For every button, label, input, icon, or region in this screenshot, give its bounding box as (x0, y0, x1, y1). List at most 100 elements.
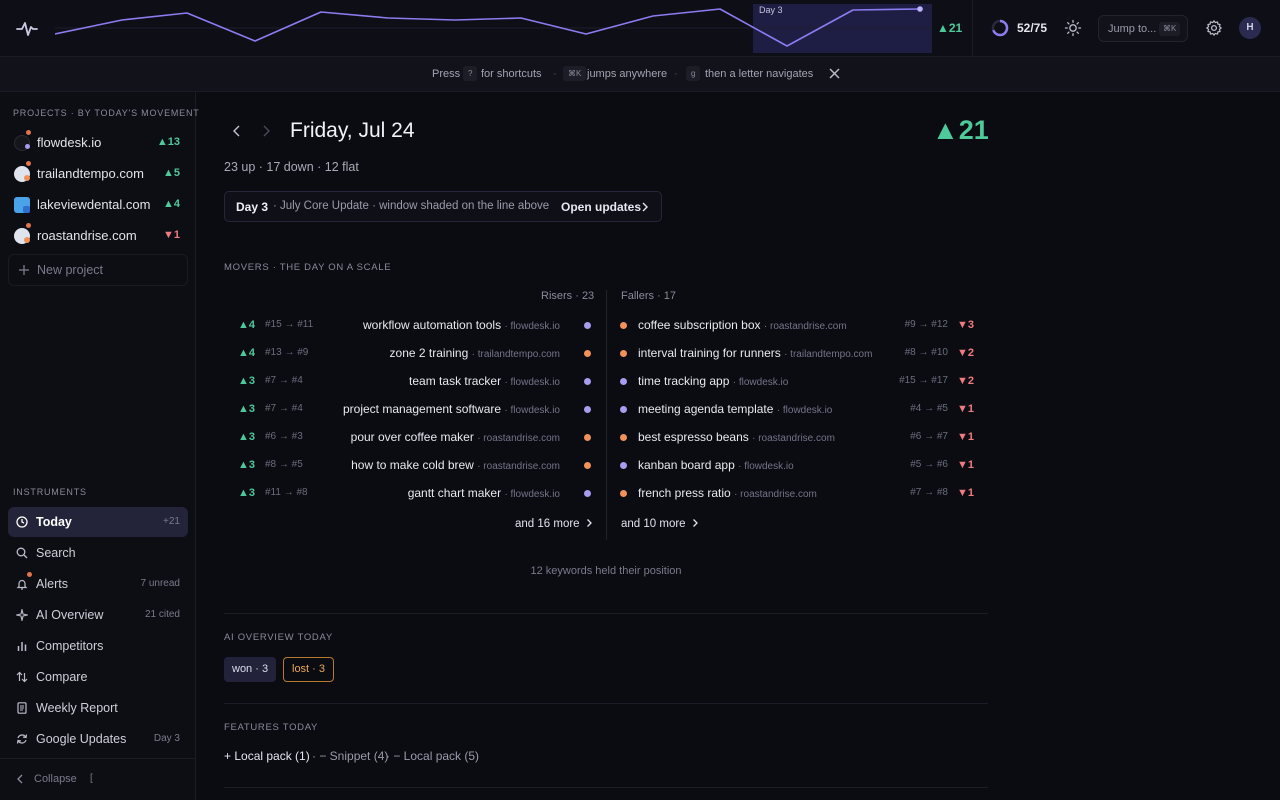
swap-arrows-icon (16, 671, 28, 683)
close-icon[interactable] (829, 68, 840, 79)
jump-to-label: Jump to... (1108, 23, 1157, 35)
chevron-right-icon (642, 202, 648, 212)
gear-icon[interactable] (1205, 19, 1223, 37)
project-color-dot (584, 490, 591, 497)
faller-row[interactable]: ▼1 #6 → #7 best espresso beans · roastandr… (616, 428, 988, 448)
rank-delta: ▼1 (956, 487, 974, 499)
project-color-dot (24, 237, 30, 243)
collapse-label: Collapse (34, 773, 77, 785)
project-color-dot (584, 406, 591, 413)
tip-separator: · (553, 68, 557, 80)
movement-sparkline[interactable] (55, 0, 932, 57)
theme-toggle-sun-icon[interactable] (1064, 19, 1082, 37)
new-project-button[interactable]: New project (8, 254, 188, 286)
faller-row[interactable]: ▼1 #5 → #6 kanban board app · flowdesk.io (616, 456, 988, 476)
project-color-dot (620, 434, 627, 441)
sidebar-item-alerts[interactable]: Alerts 7 unread (8, 569, 188, 599)
sidebar-item-today[interactable]: Today +21 (8, 507, 188, 537)
keyword-domain: · flowdesk.io (504, 321, 560, 332)
avatar[interactable]: H (1239, 17, 1261, 39)
project-name: trailandtempo.com (37, 166, 144, 181)
ai-lost-badge[interactable]: lost · 3 (283, 657, 335, 682)
sidebar-item-compare[interactable]: Compare (8, 662, 188, 692)
sidebar-item-meta: 7 unread (140, 578, 180, 589)
update-description: · July Core Update · window shaded on th… (273, 200, 550, 212)
project-color-dot (584, 462, 591, 469)
project-item-roastandrise[interactable]: roastandrise.com ▼1 (8, 222, 188, 250)
riser-row[interactable]: ▲3 #8 → #5 how to make cold brew · roastan… (224, 456, 596, 476)
keyword-text: workflow automation tools (363, 318, 502, 332)
keyword: kanban board app · flowdesk.io (638, 458, 794, 472)
keyword-text: interval training for runners (638, 346, 781, 360)
faller-row[interactable]: ▼1 #7 → #8 french press ratio · roastandri… (616, 484, 988, 504)
jump-to-button[interactable]: Jump to... ⌘K (1098, 15, 1188, 42)
riser-row[interactable]: ▲4 #13 → #9 zone 2 training · trailandtemp… (224, 344, 596, 364)
project-name: flowdesk.io (37, 135, 102, 150)
collapse-sidebar-button[interactable]: Collapse [ (0, 758, 196, 800)
fallers-more-link[interactable]: and 10 more (621, 518, 699, 530)
ai-overview-section-label: AI OVERVIEW TODAY (224, 632, 333, 643)
keyword: how to make cold brew · roastandrise.com (351, 458, 560, 472)
sidebar-item-weekly-report[interactable]: Weekly Report (8, 693, 188, 723)
keyword: best espresso beans · roastandrise.com (638, 430, 835, 444)
divider (224, 613, 988, 614)
sparkle-icon (16, 609, 28, 621)
fallers-more-label: and 10 more (621, 518, 686, 530)
bar-chart-icon (17, 642, 27, 651)
sidebar-item-search[interactable]: Search (8, 538, 188, 568)
keyword-domain: · trailandtempo.com (471, 349, 560, 360)
shortcut-tips-bar: Press ? for shortcuts · ⌘K jumps anywher… (0, 57, 1280, 92)
collapse-shortcut-key: [ (90, 773, 93, 784)
keyword: workflow automation tools · flowdesk.io (363, 318, 560, 332)
refresh-icon (16, 734, 28, 744)
quota-counter[interactable]: 52/75 (1017, 21, 1047, 35)
keyword-text: project management software (342, 402, 502, 416)
keyword-text: pour over coffee maker (350, 430, 474, 444)
faller-row[interactable]: ▼2 #15 → #17 time tracking app · flowdesk.… (616, 372, 988, 392)
keyword-domain: · flowdesk.io (738, 461, 794, 472)
project-item-lakeviewdental[interactable]: lakeviewdental.com ▲4 (8, 191, 188, 219)
riser-row[interactable]: ▲3 #6 → #3 pour over coffee maker · roasta… (224, 428, 596, 448)
faller-row[interactable]: ▼3 #9 → #12 coffee subscription box · roas… (616, 316, 988, 336)
fallers-header: Fallers · 17 (621, 290, 677, 302)
risers-more-link[interactable]: and 16 more (515, 518, 593, 530)
riser-row[interactable]: ▲3 #7 → #4 team task tracker · flowdesk.io (224, 372, 596, 392)
sparkline-delta: ▲21 (937, 21, 963, 35)
project-color-dot (24, 175, 30, 181)
unread-dot (26, 223, 31, 228)
project-color-dot (620, 378, 627, 385)
keyword-text: how to make cold brew (351, 458, 474, 472)
project-item-flowdesk[interactable]: flowdesk.io ▲13 (8, 129, 188, 157)
sidebar-item-label: Compare (36, 670, 88, 684)
day-delta: ▲21 (932, 115, 989, 145)
project-item-trailandtempo[interactable]: trailandtempo.com ▲5 (8, 160, 188, 188)
project-color-dot (584, 350, 591, 357)
faller-row[interactable]: ▼1 #4 → #5 meeting agenda template · flowd… (616, 400, 988, 420)
bell-icon (16, 579, 28, 590)
rank-change: #7 → #4 (265, 403, 303, 414)
sidebar-item-google-updates[interactable]: Google Updates Day 3 (8, 724, 188, 754)
rank-change: #8 → #5 (265, 459, 303, 470)
keyword-domain: · flowdesk.io (504, 405, 560, 416)
clock-icon (16, 516, 28, 528)
keyword-domain: · flowdesk.io (732, 377, 789, 388)
jump-shortcut-key: ⌘K (1159, 22, 1181, 36)
instruments-section-label: INSTRUMENTS (13, 487, 87, 497)
riser-row[interactable]: ▲3 #7 → #4 project management software · f… (224, 400, 596, 420)
previous-day-chevron-icon[interactable] (230, 124, 244, 138)
pulse-logo-icon[interactable] (16, 18, 38, 40)
sidebar-item-ai-overview[interactable]: AI Overview 21 cited (8, 600, 188, 630)
ai-won-badge[interactable]: won · 3 (224, 657, 277, 682)
riser-row[interactable]: ▲4 #15 → #11 workflow automation tools · f… (224, 316, 596, 336)
open-updates-link[interactable]: Open updates (561, 200, 641, 214)
project-delta: ▲4 (162, 198, 180, 210)
tip-text: Press (432, 68, 461, 80)
keyword-text: best espresso beans (638, 430, 749, 444)
keyword-domain: · roastandrise.com (752, 433, 835, 444)
keyword: time tracking app · flowdesk.io (638, 374, 788, 388)
next-day-chevron-icon[interactable] (259, 124, 273, 138)
riser-row[interactable]: ▲3 #11 → #8 gantt chart maker · flowdesk.i… (224, 484, 596, 504)
tip-text: then a letter navigates (705, 68, 814, 80)
sidebar-item-competitors[interactable]: Competitors (8, 631, 188, 661)
faller-row[interactable]: ▼2 #8 → #10 interval training for runners … (616, 344, 988, 364)
